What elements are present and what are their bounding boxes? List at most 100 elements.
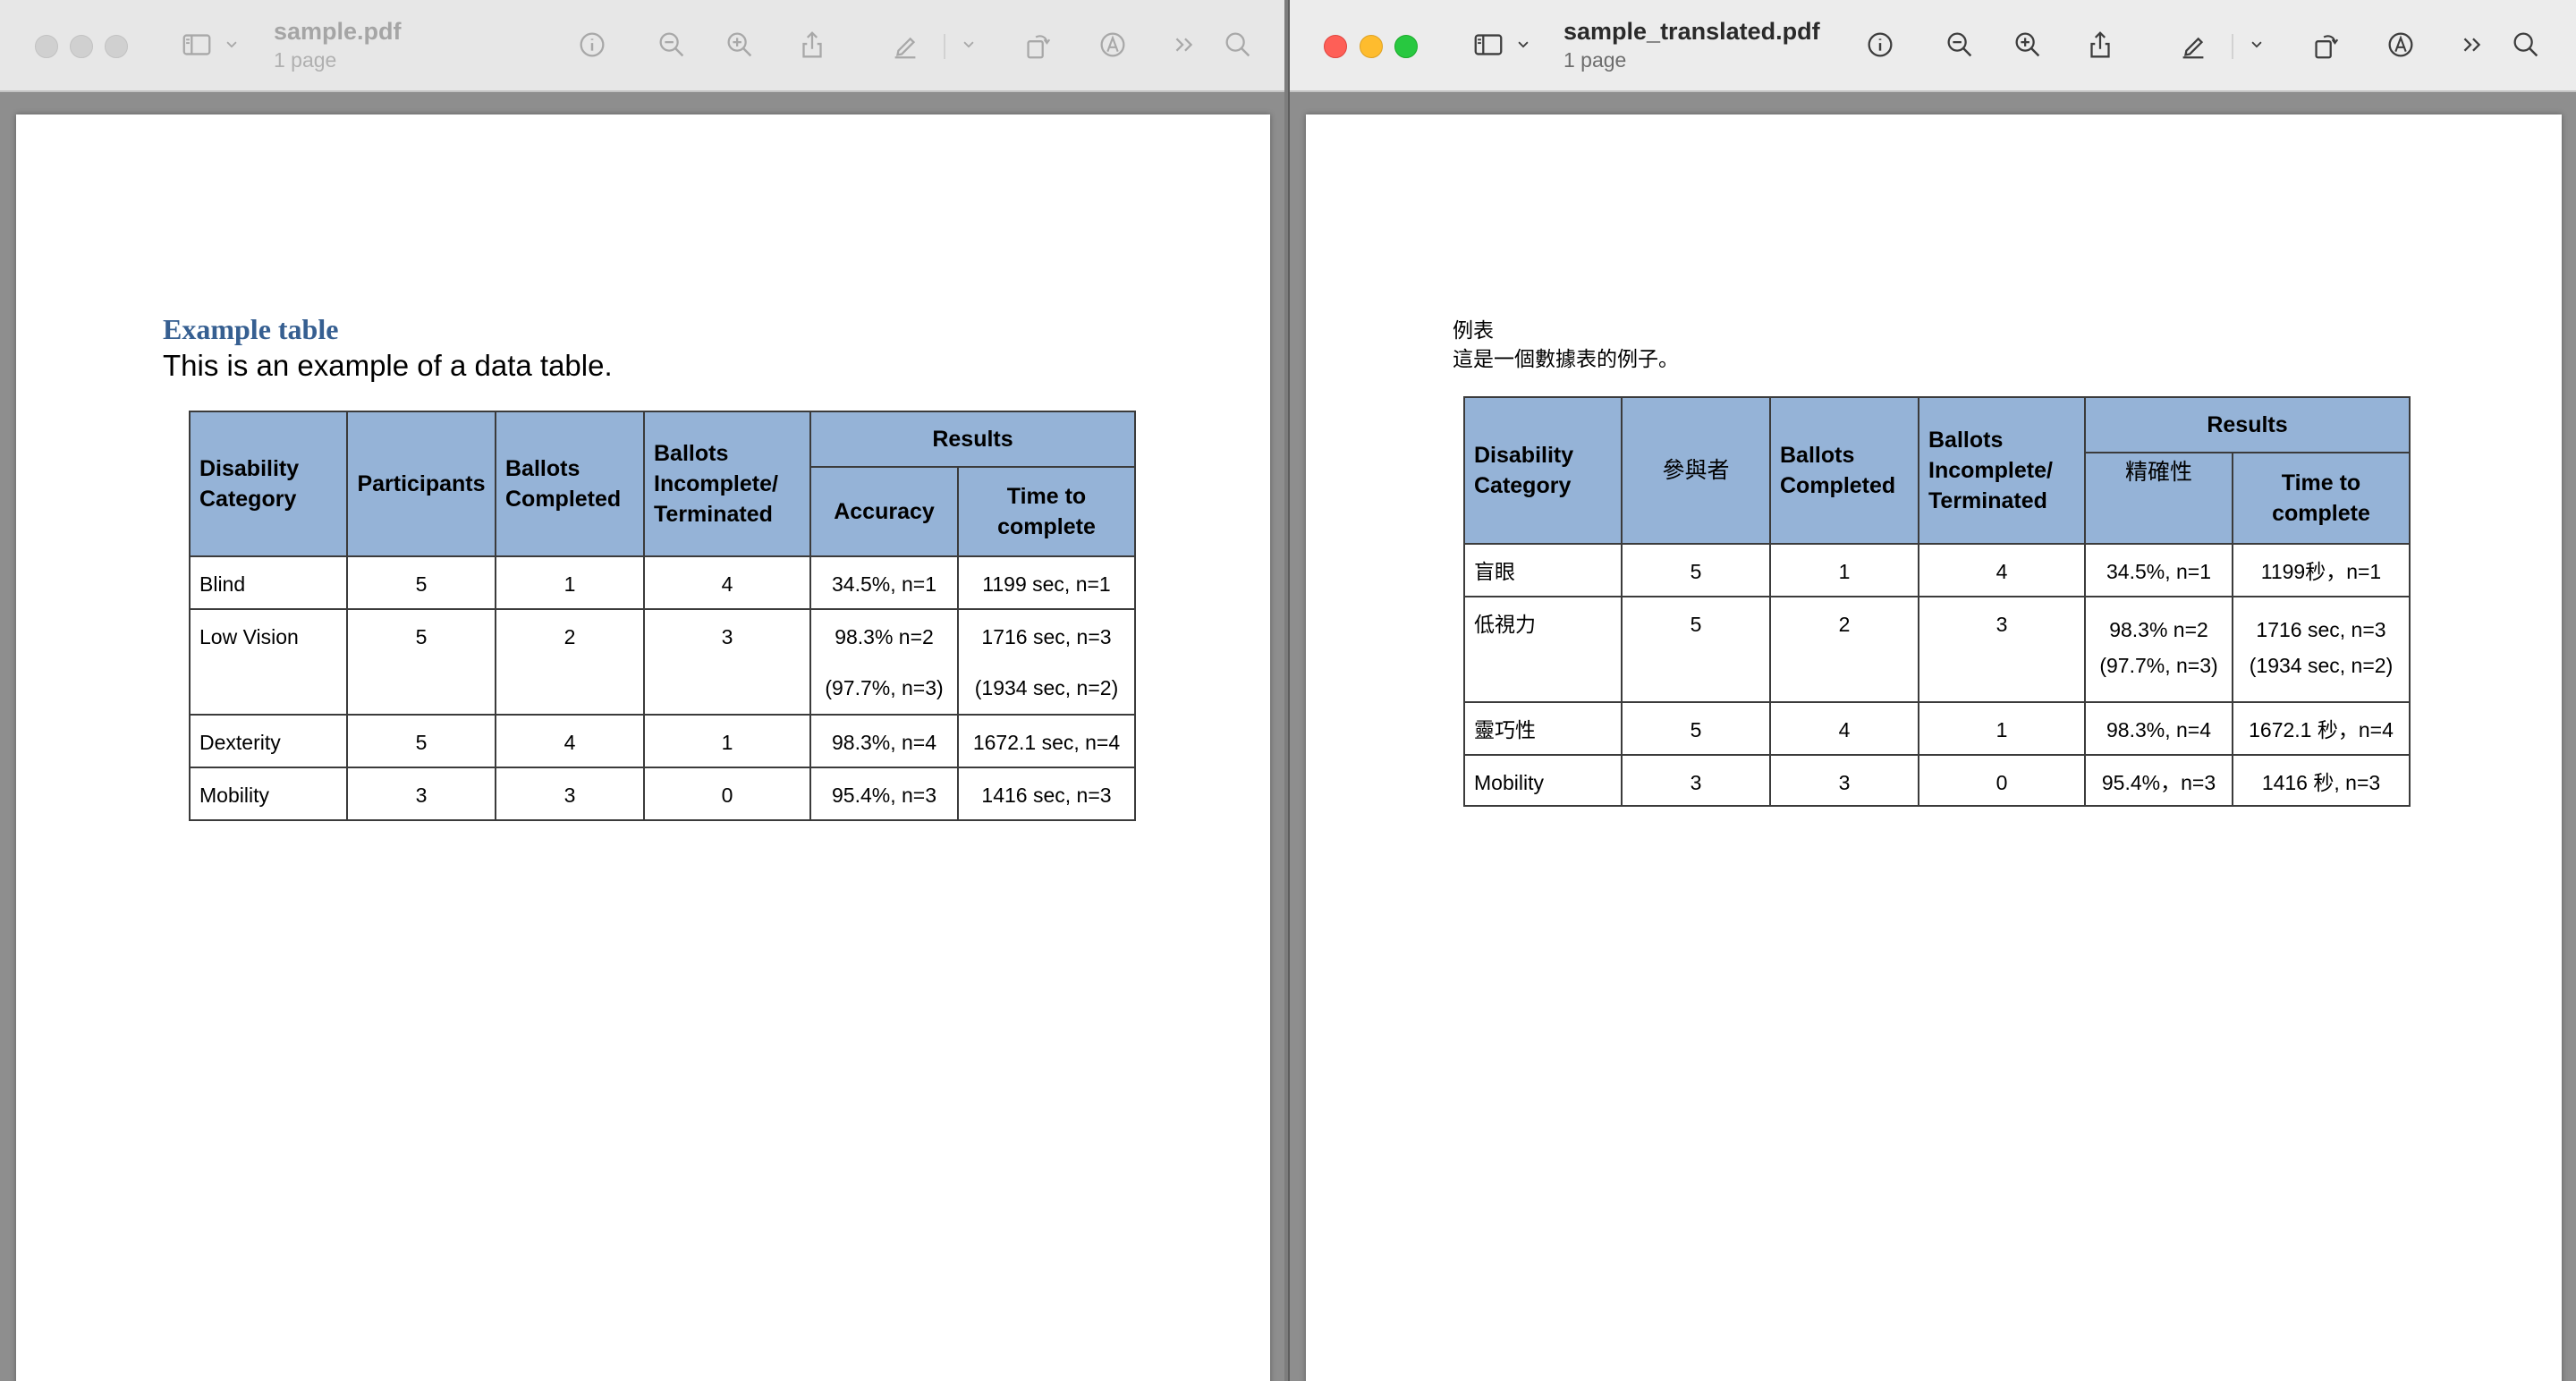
minimize-button[interactable] (1360, 35, 1383, 58)
more-chevrons-icon[interactable] (2453, 25, 2492, 64)
cell-incomplete: 3 (643, 608, 811, 716)
annotate-icon[interactable] (2381, 25, 2420, 64)
markup-chevron-down-icon[interactable] (2243, 25, 2270, 64)
zoom-out-icon[interactable] (652, 25, 691, 64)
cell-participants: 3 (1621, 754, 1771, 807)
titlebar-left[interactable]: sample.pdf 1 page (0, 0, 1284, 92)
info-icon[interactable] (1860, 25, 1900, 64)
header-disability-category: Disability Category (1463, 396, 1623, 545)
toolbar-divider (944, 34, 945, 59)
cell-accuracy: 98.3%, n=4 (2084, 701, 2233, 756)
cell-category: Mobility (189, 767, 348, 821)
cell-time: 1416 秒, n=3 (2232, 754, 2411, 807)
cell-participants: 5 (1621, 701, 1771, 756)
cell-text: 1672.1 sec, n=4 (972, 731, 1121, 754)
cell-time: 1716 sec, n=3 (1934 sec, n=2) (2232, 596, 2411, 703)
markup-pen-icon[interactable] (886, 25, 925, 64)
rotate-icon[interactable] (1018, 25, 1057, 64)
cell-category: Dexterity (189, 714, 348, 768)
pdf-page[interactable]: Example table This is an example of a da… (16, 114, 1270, 1381)
chevron-down-icon[interactable] (1510, 25, 1537, 64)
cell-text-secondary: (1934 sec, n=2) (2249, 654, 2394, 677)
table-row: Low Vision 5 2 3 98.3% n=2 (97.7%, n=3) 1… (189, 608, 1136, 716)
header-accuracy: Accuracy (809, 466, 959, 557)
cell-incomplete: 3 (1918, 596, 2086, 703)
document-title: sample_translated.pdf (1563, 18, 1820, 45)
header-participants: Participants (346, 411, 496, 557)
cell-completed: 3 (1769, 754, 1919, 807)
close-button[interactable] (35, 35, 58, 58)
cell-participants: 3 (346, 767, 496, 821)
cell-text: 34.5%, n=1 (831, 572, 936, 596)
preview-window-right[interactable]: sample_translated.pdf 1 page 例表 這是一個數據表的… (1288, 0, 2576, 1381)
cell-category: 低視力 (1463, 596, 1623, 703)
cell-text: 95.4%，n=3 (2101, 771, 2216, 794)
search-icon[interactable] (1218, 25, 1258, 64)
cell-category: Mobility (1463, 754, 1623, 807)
cell-participants: 5 (346, 714, 496, 768)
document-title: sample.pdf (274, 18, 402, 45)
zoom-out-icon[interactable] (1940, 25, 1979, 64)
close-button[interactable] (1324, 35, 1347, 58)
table-row: 靈巧性 5 4 1 98.3%, n=4 1672.1 秒，n=4 (1463, 701, 2411, 756)
annotate-icon[interactable] (1093, 25, 1132, 64)
table-description: 這是一個數據表的例子。 (1453, 347, 1679, 370)
cell-participants: 5 (346, 608, 496, 716)
cell-incomplete: 0 (1918, 754, 2086, 807)
cell-time: 1199秒，n=1 (2232, 543, 2411, 597)
zoom-button[interactable] (1394, 35, 1418, 58)
zoom-button[interactable] (105, 35, 128, 58)
header-ballots-incomplete: Ballots Incomplete/ Terminated (1918, 396, 2086, 545)
cell-participants: 5 (1621, 543, 1771, 597)
cell-completed: 4 (495, 714, 645, 768)
markup-pen-icon[interactable] (2174, 25, 2213, 64)
header-disability-category: Disability Category (189, 411, 348, 557)
header-ballots-completed: Ballots Completed (495, 411, 645, 557)
document-page-count: 1 page (1563, 48, 1627, 72)
table-heading: Example table (163, 313, 339, 345)
cell-accuracy: 34.5%, n=1 (809, 555, 959, 610)
zoom-in-icon[interactable] (720, 25, 759, 64)
cell-text: 98.3%, n=4 (831, 731, 936, 754)
cell-accuracy: 98.3% n=2 (97.7%, n=3) (2084, 596, 2233, 703)
cell-text: 1199秒，n=1 (2260, 560, 2382, 583)
markup-chevron-down-icon[interactable] (955, 25, 982, 64)
toolbar-divider (2232, 34, 2233, 59)
pdf-page[interactable]: 例表 這是一個數據表的例子。 Disability Category 參與者 B… (1306, 114, 2562, 1381)
preview-window-left[interactable]: sample.pdf 1 page Example table This is … (0, 0, 1284, 1381)
titlebar-right[interactable]: sample_translated.pdf 1 page (1290, 0, 2576, 92)
search-icon[interactable] (2506, 25, 2546, 64)
sidebar-icon[interactable] (1469, 25, 1508, 64)
share-icon[interactable] (2080, 25, 2120, 64)
cell-text: 98.3% n=2 (835, 625, 934, 648)
zoom-in-icon[interactable] (2008, 25, 2047, 64)
cell-text-secondary: (1934 sec, n=2) (974, 676, 1119, 699)
cell-text: 95.4%, n=3 (831, 784, 936, 807)
more-chevrons-icon[interactable] (1165, 25, 1204, 64)
header-accuracy: 精確性 (2084, 452, 2233, 545)
cell-category: 盲眼 (1463, 543, 1623, 597)
header-time-to-complete: Time to complete (2232, 452, 2411, 545)
cell-text: 1416 sec, n=3 (981, 784, 1112, 807)
info-icon[interactable] (572, 25, 612, 64)
cell-time: 1199 sec, n=1 (957, 555, 1136, 610)
chevron-down-icon[interactable] (218, 25, 245, 64)
cell-accuracy: 34.5%, n=1 (2084, 543, 2233, 597)
table-row: Dexterity 5 4 1 98.3%, n=4 1672.1 sec, n… (189, 714, 1136, 768)
sidebar-icon[interactable] (177, 25, 216, 64)
data-table: Disability Category Participants Ballots… (189, 411, 1136, 821)
table-row: 低視力 5 2 3 98.3% n=2 (97.7%, n=3) 1716 sec… (1463, 596, 2411, 703)
cell-participants: 5 (1621, 596, 1771, 703)
cell-category: Blind (189, 555, 348, 610)
document-page-count: 1 page (274, 48, 337, 72)
header-participants: 參與者 (1621, 396, 1771, 545)
minimize-button[interactable] (70, 35, 93, 58)
cell-completed: 2 (1769, 596, 1919, 703)
rotate-icon[interactable] (2306, 25, 2345, 64)
cell-completed: 1 (495, 555, 645, 610)
share-icon[interactable] (792, 25, 832, 64)
cell-text-secondary: (97.7%, n=3) (2099, 654, 2218, 677)
cell-time: 1416 sec, n=3 (957, 767, 1136, 821)
cell-incomplete: 4 (1918, 543, 2086, 597)
cell-incomplete: 1 (643, 714, 811, 768)
